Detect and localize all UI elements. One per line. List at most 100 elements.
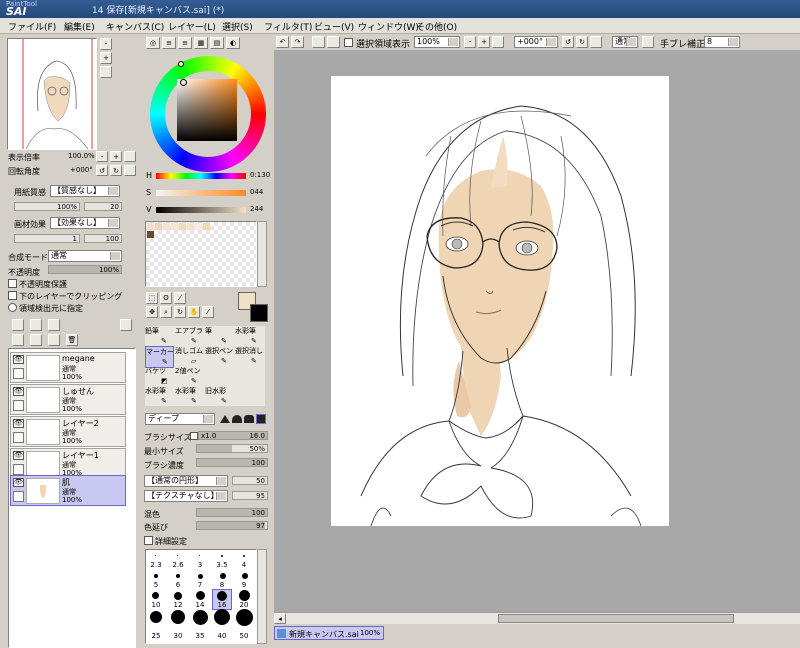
eye-icon[interactable]: 👁 xyxy=(13,419,24,428)
hand-icon[interactable]: ✋ xyxy=(188,306,200,318)
tool-watercolor[interactable]: 水彩筆 ✎ xyxy=(235,326,264,348)
brush-shape-select[interactable]: 【通常の円形】 xyxy=(144,475,228,487)
h-slider[interactable] xyxy=(156,173,246,179)
size-preset[interactable]: 8 xyxy=(212,581,232,589)
lock-toggle[interactable] xyxy=(13,432,24,443)
layer-item-selected[interactable]: 👁 肌 通常 100% xyxy=(10,475,126,506)
scratchpad-tab[interactable]: ▤ xyxy=(210,37,224,49)
rectangle-select-icon[interactable]: ⬚ xyxy=(146,292,158,304)
tool-bucket[interactable]: バケツ ◩ xyxy=(145,366,174,388)
tool-watercolor-2[interactable]: 水彩筆 ✎ xyxy=(145,386,174,408)
swatch-color[interactable] xyxy=(163,223,170,230)
dilution-bar[interactable]: 97 xyxy=(196,521,268,530)
swatch-color[interactable] xyxy=(187,223,194,230)
rotate-right-button[interactable]: ↻ xyxy=(110,165,122,176)
clip-lower-checkbox[interactable] xyxy=(8,291,17,300)
brush-size-bar[interactable]: x1.0 16.0 xyxy=(198,431,268,440)
effect-strength-bar[interactable]: 100 xyxy=(84,234,122,243)
nav-fit-button[interactable] xyxy=(100,66,112,78)
selection-source-radio[interactable] xyxy=(8,303,17,312)
size-preset[interactable]: 10 xyxy=(146,601,166,609)
paper-texture-select[interactable]: 【質感なし】 xyxy=(50,185,120,197)
size-preset[interactable]: 6 xyxy=(168,581,188,589)
layer-item[interactable]: 👁 レイヤー2 通常 100% xyxy=(10,416,126,447)
navigator-preview[interactable] xyxy=(7,38,97,150)
rotate-ccw-button[interactable]: ↺ xyxy=(562,36,574,48)
lock-toggle[interactable] xyxy=(13,464,24,475)
magic-wand-icon[interactable]: ⁄ xyxy=(174,292,186,304)
preserve-opacity-checkbox[interactable] xyxy=(8,279,17,288)
brush-shape-strength-bar[interactable]: 50 xyxy=(232,476,268,485)
transfer-down-button[interactable] xyxy=(12,334,24,346)
menu-layer[interactable]: レイヤー(L) xyxy=(168,20,216,33)
size-preset[interactable]: 30 xyxy=(168,632,188,640)
stabilizer-select[interactable]: 8 xyxy=(704,36,740,48)
opacity-bar[interactable]: 100% xyxy=(48,265,122,274)
zoom-in-button[interactable]: + xyxy=(478,36,490,48)
detail-settings-checkbox[interactable] xyxy=(144,536,153,545)
swatch-grid[interactable] xyxy=(145,221,257,287)
v-slider[interactable] xyxy=(156,207,246,213)
deselect-button[interactable] xyxy=(312,36,325,48)
size-preset[interactable]: 7 xyxy=(190,581,210,589)
horizontal-scrollbar[interactable]: ◂ xyxy=(274,612,800,624)
invert-selection-button[interactable] xyxy=(327,36,340,48)
effect-select[interactable]: 【効果なし】 xyxy=(50,217,120,229)
brush-shape-preset[interactable] xyxy=(220,415,230,423)
edge-hardness-select[interactable]: ディープ xyxy=(145,413,215,425)
brush-texture-strength-bar[interactable]: 95 xyxy=(232,491,268,500)
swatch-color[interactable] xyxy=(179,223,186,230)
size-preset[interactable]: 4 xyxy=(234,561,254,569)
tool-select-pen[interactable]: 選択ペン ✎ xyxy=(205,346,234,368)
new-folder-layer-button[interactable] xyxy=(30,319,42,331)
eye-icon[interactable]: 👁 xyxy=(13,387,24,396)
size-preset[interactable]: 40 xyxy=(212,632,232,640)
brush-texture-select[interactable]: 【テクスチャなし】 xyxy=(144,490,228,502)
color-wheel-tab[interactable]: ◎ xyxy=(146,37,160,49)
swatch-color[interactable] xyxy=(147,223,154,230)
nav-zoom-out-button[interactable]: - xyxy=(100,38,112,50)
lock-toggle[interactable] xyxy=(13,368,24,379)
redo-button[interactable]: ↷ xyxy=(291,36,304,48)
canvas-paper[interactable] xyxy=(331,76,669,527)
tool-marker-selected[interactable]: マーカー ✎ xyxy=(145,346,174,368)
trash-icon[interactable]: 🗑 xyxy=(66,334,78,346)
brush-shape-preset[interactable] xyxy=(232,415,242,423)
canvas-area[interactable] xyxy=(274,50,800,612)
swatch-color[interactable] xyxy=(195,223,202,230)
eye-icon[interactable]: 👁 xyxy=(13,355,24,364)
new-layer-button[interactable] xyxy=(12,319,24,331)
rgb-slider-tab[interactable]: ≡ xyxy=(162,37,176,49)
merge-down-button[interactable] xyxy=(30,334,42,346)
tool-brush[interactable]: 筆 ✎ xyxy=(205,326,234,348)
size-preset[interactable]: 3 xyxy=(190,561,210,569)
tool-old-watercolor[interactable]: 旧水彩 ✎ xyxy=(205,386,234,408)
menu-window[interactable]: ウィンドウ(W) xyxy=(358,20,419,33)
tool-binary-pen[interactable]: 2値ペン ✎ xyxy=(175,366,204,388)
view-mode-select[interactable]: 通常 xyxy=(612,36,638,48)
eyedropper-icon[interactable]: ⁄ xyxy=(202,306,214,318)
density-bar[interactable]: 100 xyxy=(196,458,268,467)
tool-pencil[interactable]: 鉛筆 ✎ xyxy=(145,326,174,348)
eye-icon[interactable]: 👁 xyxy=(13,478,24,487)
layer-item[interactable]: 👁 megane 通常 100% xyxy=(10,352,126,383)
size-preset[interactable]: 5 xyxy=(146,581,166,589)
size-preset[interactable]: 35 xyxy=(190,632,210,640)
show-selection-checkbox[interactable] xyxy=(344,38,353,47)
size-preset[interactable]: 25 xyxy=(146,632,166,640)
size-preset[interactable]: 3.5 xyxy=(212,561,232,569)
min-size-bar[interactable]: 50% xyxy=(196,444,268,453)
rotate-left-button[interactable]: ↺ xyxy=(96,165,108,176)
lock-toggle[interactable] xyxy=(13,400,24,411)
document-tab[interactable]: 新規キャンバス.sai 100% xyxy=(274,626,384,640)
layer-mask-button[interactable] xyxy=(120,319,132,331)
tool-eraser[interactable]: 消しゴム ▱ xyxy=(175,346,204,368)
rotate-select[interactable]: +000° xyxy=(514,36,558,48)
swatch-scrollbar[interactable] xyxy=(257,221,267,287)
brush-size-multiplier-toggle[interactable] xyxy=(190,432,198,440)
brush-shape-preset-selected[interactable] xyxy=(256,414,266,424)
blend-bar[interactable]: 100 xyxy=(196,508,268,517)
swatch-color[interactable] xyxy=(155,223,162,230)
zoom-plus-button[interactable]: + xyxy=(110,151,122,162)
zoom-select[interactable]: 100% xyxy=(414,36,460,48)
